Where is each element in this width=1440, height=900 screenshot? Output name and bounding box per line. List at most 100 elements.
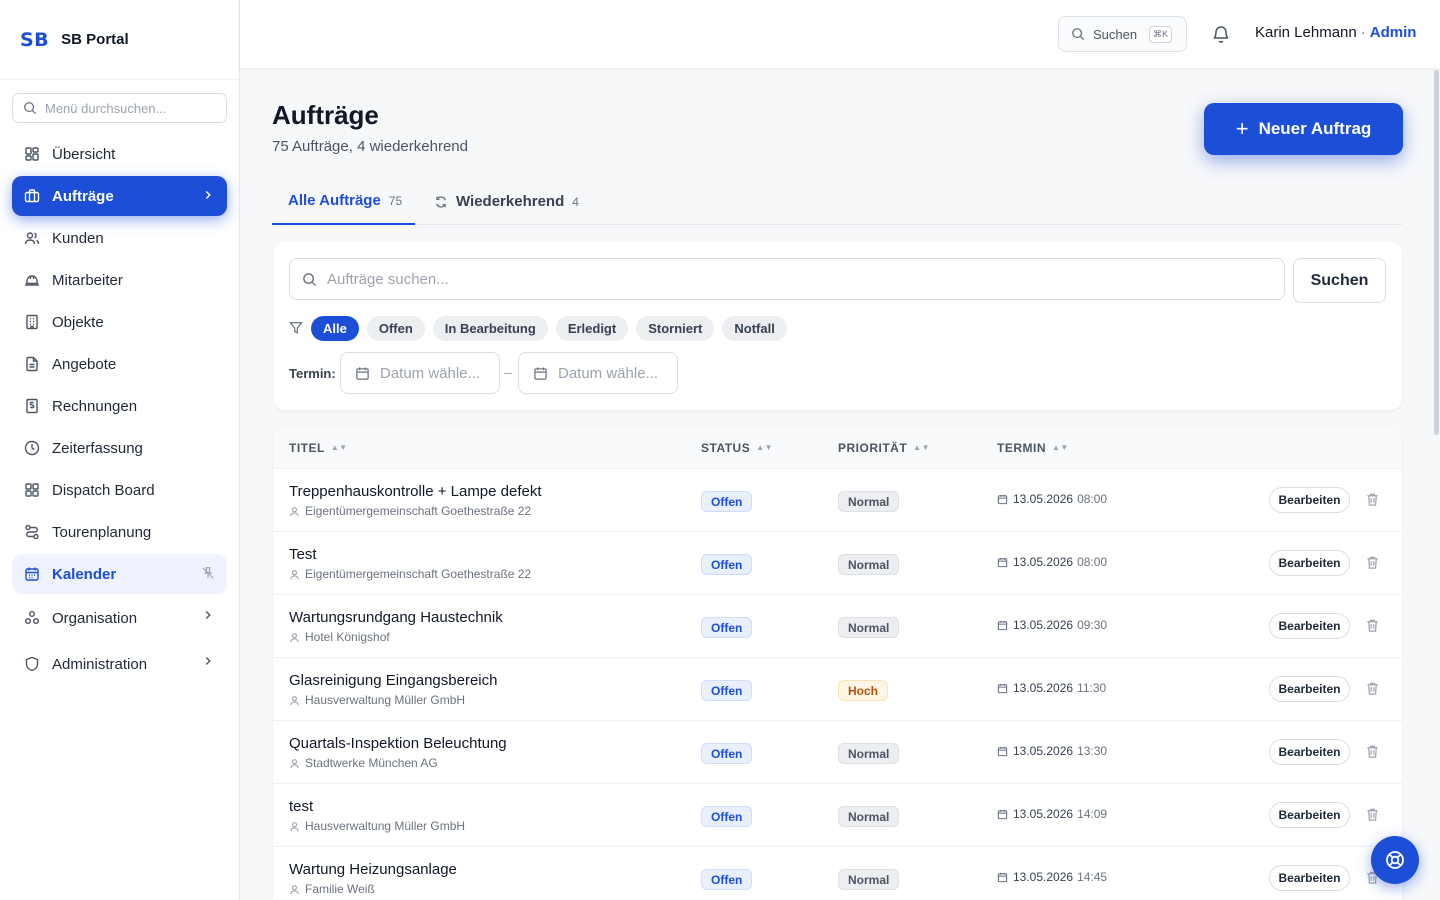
- page-subtitle: 75 Aufträge, 4 wiederkehrend: [272, 138, 468, 155]
- order-tabs: Alle Aufträge 75 Wiederkehrend 4: [272, 178, 1402, 225]
- chip-notfall[interactable]: Notfall: [722, 316, 787, 341]
- unpin-icon[interactable]: [201, 566, 215, 580]
- sidebar-group-organisation[interactable]: Organisation: [12, 596, 227, 640]
- sidebar-item-uebersicht[interactable]: Übersicht: [12, 134, 227, 174]
- edit-button[interactable]: Bearbeiten: [1269, 865, 1350, 891]
- priority-badge: Normal: [838, 869, 900, 890]
- search-button[interactable]: Suchen: [1293, 258, 1386, 303]
- date-from-placeholder: Datum wähle...: [380, 364, 481, 382]
- chip-storniert[interactable]: Storniert: [636, 316, 715, 341]
- priority-badge: Hoch: [838, 680, 888, 701]
- column-header-prioritaet[interactable]: PRIORITÄT ▲▼: [838, 441, 930, 455]
- table-row[interactable]: Wartung Heizungsanlage Familie Weiß Offe…: [273, 846, 1402, 900]
- shield-icon: [25, 656, 39, 672]
- user-icon: [290, 695, 299, 705]
- lifebuoy-icon: [1386, 851, 1404, 869]
- order-title[interactable]: Glasreinigung Eingangsbereich: [289, 672, 497, 689]
- tab-alle-auftraege[interactable]: Alle Aufträge 75: [272, 178, 415, 225]
- sidebar-item-auftraege[interactable]: Aufträge: [12, 176, 227, 216]
- sidebar-item-label: Kalender: [52, 565, 117, 583]
- sidebar-item-tourenplanung[interactable]: Tourenplanung: [12, 512, 227, 552]
- chip-alle[interactable]: Alle: [311, 316, 359, 341]
- time-value: 14:09: [1077, 807, 1108, 821]
- table-row[interactable]: test Hausverwaltung Müller GmbH Offen No…: [273, 783, 1402, 846]
- order-title[interactable]: Quartals-Inspektion Beleuchtung: [289, 735, 507, 752]
- sidebar-item-label: Übersicht: [52, 145, 116, 163]
- trash-icon[interactable]: [1365, 618, 1380, 633]
- edit-button[interactable]: Bearbeiten: [1269, 613, 1350, 639]
- trash-icon[interactable]: [1365, 807, 1380, 822]
- order-title[interactable]: Test: [289, 546, 317, 563]
- tab-count: 4: [572, 194, 579, 209]
- order-title[interactable]: Wartungsrundgang Haustechnik: [289, 609, 503, 626]
- sidebar-item-kalender[interactable]: Kalender: [12, 554, 227, 594]
- sidebar-item-dispatch-board[interactable]: Dispatch Board: [12, 470, 227, 510]
- sidebar-item-kunden[interactable]: Kunden: [12, 218, 227, 258]
- scrollbar[interactable]: [1434, 70, 1439, 435]
- invoice-icon: [26, 398, 38, 414]
- order-search-input[interactable]: Aufträge suchen...: [289, 258, 1285, 300]
- sidebar-item-mitarbeiter[interactable]: Mitarbeiter: [12, 260, 227, 300]
- sidebar-item-label: Kunden: [52, 229, 104, 247]
- help-button[interactable]: [1371, 836, 1419, 884]
- edit-button[interactable]: Bearbeiten: [1269, 676, 1350, 702]
- bell-icon[interactable]: [1211, 24, 1231, 44]
- tab-wiederkehrend[interactable]: Wiederkehrend 4: [434, 178, 579, 225]
- hardhat-icon: [25, 275, 39, 286]
- status-badge: Offen: [701, 806, 753, 827]
- chip-offen[interactable]: Offen: [366, 316, 425, 341]
- column-header-status[interactable]: STATUS ▲▼: [701, 441, 773, 455]
- sidebar-item-angebote[interactable]: Angebote: [12, 344, 227, 384]
- sidebar-group-administration[interactable]: Administration: [12, 642, 227, 686]
- order-title[interactable]: test: [289, 798, 313, 815]
- brand-logo: SB: [20, 28, 50, 51]
- time-value: 11:30: [1077, 681, 1107, 695]
- column-header-titel[interactable]: TITEL ▲▼: [289, 441, 348, 455]
- table-row[interactable]: Treppenhauskontrolle + Lampe defekt Eige…: [273, 468, 1402, 531]
- date-to-input[interactable]: Datum wähle...: [518, 352, 678, 394]
- table-row[interactable]: Test Eigentümergemeinschaft Goethestraße…: [273, 531, 1402, 594]
- chip-erledigt[interactable]: Erledigt: [555, 316, 629, 341]
- trash-icon[interactable]: [1365, 744, 1380, 759]
- sidebar-item-zeiterfassung[interactable]: Zeiterfassung: [12, 428, 227, 468]
- trash-icon[interactable]: [1365, 555, 1380, 570]
- calendar-icon: [534, 366, 547, 380]
- search-icon: [24, 102, 37, 115]
- user-menu[interactable]: Karin Lehmann · Admin: [1255, 24, 1416, 41]
- column-label: TITEL: [289, 441, 325, 455]
- trash-icon[interactable]: [1365, 681, 1380, 696]
- page-title: Aufträge: [272, 100, 379, 130]
- column-header-termin[interactable]: TERMIN ▲▼: [997, 441, 1069, 455]
- table-row[interactable]: Quartals-Inspektion Beleuchtung Stadtwer…: [273, 720, 1402, 783]
- global-search-button[interactable]: Suchen ⌘K: [1058, 16, 1187, 52]
- table-row[interactable]: Wartungsrundgang Haustechnik Hotel König…: [273, 594, 1402, 657]
- sidebar-item-rechnungen[interactable]: Rechnungen: [12, 386, 227, 426]
- edit-button[interactable]: Bearbeiten: [1269, 487, 1350, 513]
- time-value: 08:00: [1077, 555, 1108, 569]
- date-from-input[interactable]: Datum wähle...: [340, 352, 500, 394]
- table-row[interactable]: Glasreinigung Eingangsbereich Hausverwal…: [273, 657, 1402, 720]
- sidebar-item-label: Angebote: [52, 355, 117, 373]
- edit-button[interactable]: Bearbeiten: [1269, 739, 1350, 765]
- column-label: STATUS: [701, 441, 751, 455]
- date-value: 13.05.2026: [1013, 492, 1074, 506]
- priority-badge: Normal: [838, 554, 900, 575]
- sort-icon: ▲▼: [756, 443, 774, 452]
- order-title[interactable]: Wartung Heizungsanlage: [289, 861, 457, 878]
- sidebar: SB SB Portal Menü durchsuchen... Übersic…: [0, 0, 240, 900]
- order-title[interactable]: Treppenhauskontrolle + Lampe defekt: [289, 483, 542, 500]
- new-order-button[interactable]: + Neuer Auftrag: [1204, 103, 1403, 155]
- trash-icon[interactable]: [1365, 492, 1380, 507]
- table-header: TITEL ▲▼ STATUS ▲▼ PRIORITÄT ▲▼ TERMIN ▲▼: [273, 428, 1402, 468]
- menu-search-input[interactable]: Menü durchsuchen...: [12, 93, 227, 123]
- status-badge: Offen: [701, 554, 753, 575]
- calendar-icon: [997, 557, 1008, 567]
- tab-count: 75: [388, 193, 403, 208]
- edit-button[interactable]: Bearbeiten: [1269, 802, 1350, 828]
- orders-table: TITEL ▲▼ STATUS ▲▼ PRIORITÄT ▲▼ TERMIN ▲▼ Tr…: [273, 428, 1402, 900]
- chip-in-bearbeitung[interactable]: In Bearbeitung: [432, 316, 548, 341]
- edit-button[interactable]: Bearbeiten: [1269, 550, 1350, 576]
- sidebar-item-objekte[interactable]: Objekte: [12, 302, 227, 342]
- sidebar-group-label: Organisation: [52, 609, 138, 627]
- brand[interactable]: SB SB Portal: [0, 0, 239, 80]
